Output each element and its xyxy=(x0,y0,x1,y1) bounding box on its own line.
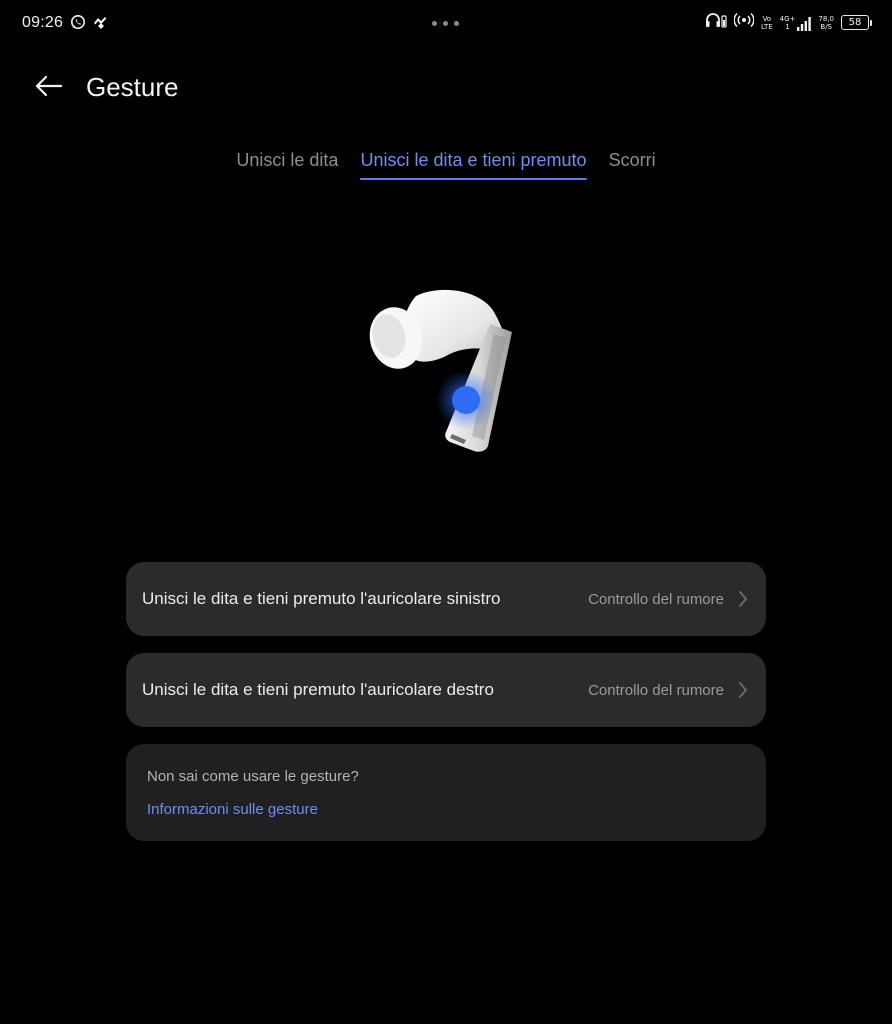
left-earbud-setting-row[interactable]: Unisci le dita e tieni premuto l'auricol… xyxy=(126,562,766,636)
hotspot-icon xyxy=(733,12,755,33)
tab-pinch-and-hold[interactable]: Unisci le dita e tieni premuto xyxy=(360,150,587,180)
status-left-icons xyxy=(70,14,108,35)
tab-pinch[interactable]: Unisci le dita xyxy=(236,150,338,180)
battery-icon: 58 xyxy=(841,15,872,30)
right-earbud-setting-row[interactable]: Unisci le dita e tieni premuto l'auricol… xyxy=(126,653,766,727)
help-question: Non sai come usare le gesture? xyxy=(147,768,359,785)
earbud-image xyxy=(369,289,512,452)
status-time: 09:26 xyxy=(22,14,64,31)
row-label: Unisci le dita e tieni premuto l'auricol… xyxy=(142,680,494,699)
back-button[interactable] xyxy=(28,70,68,102)
network-speed: 78,0 B/S xyxy=(818,14,834,31)
volte-indicator: Vo LTE xyxy=(761,14,773,31)
status-right-icons: Vo LTE 4G+ 1 78,0 B/S 58 xyxy=(705,12,872,33)
battery-level: 58 xyxy=(841,15,869,30)
chevron-right-icon xyxy=(739,591,747,607)
row-value: Controllo del rumore xyxy=(588,591,724,608)
touch-point xyxy=(452,386,480,414)
status-bar: 09:26 Vo LTE 4G+ 1 78,0 B/S 58 xyxy=(0,0,892,48)
arrow-left-icon xyxy=(35,75,63,97)
row-label: Unisci le dita e tieni premuto l'auricol… xyxy=(142,589,501,608)
gesture-tabs: Unisci le dita Unisci le dita e tieni pr… xyxy=(0,150,892,180)
earbud-illustration xyxy=(356,276,526,466)
header: Gesture xyxy=(0,60,892,116)
chevron-right-icon xyxy=(739,682,747,698)
app-notification-icon xyxy=(92,14,108,35)
row-value: Controllo del rumore xyxy=(588,682,724,699)
signal-icon: 4G+ 1 xyxy=(780,15,812,31)
tab-swipe[interactable]: Scorri xyxy=(609,150,656,180)
help-card: Non sai come usare le gesture? Informazi… xyxy=(126,744,766,841)
headphones-battery-icon xyxy=(705,12,727,33)
gesture-info-link[interactable]: Informazioni sulle gesture xyxy=(147,801,318,818)
whatsapp-icon xyxy=(70,14,86,35)
multi-window-handle[interactable] xyxy=(432,21,459,26)
page-title: Gesture xyxy=(86,72,179,102)
